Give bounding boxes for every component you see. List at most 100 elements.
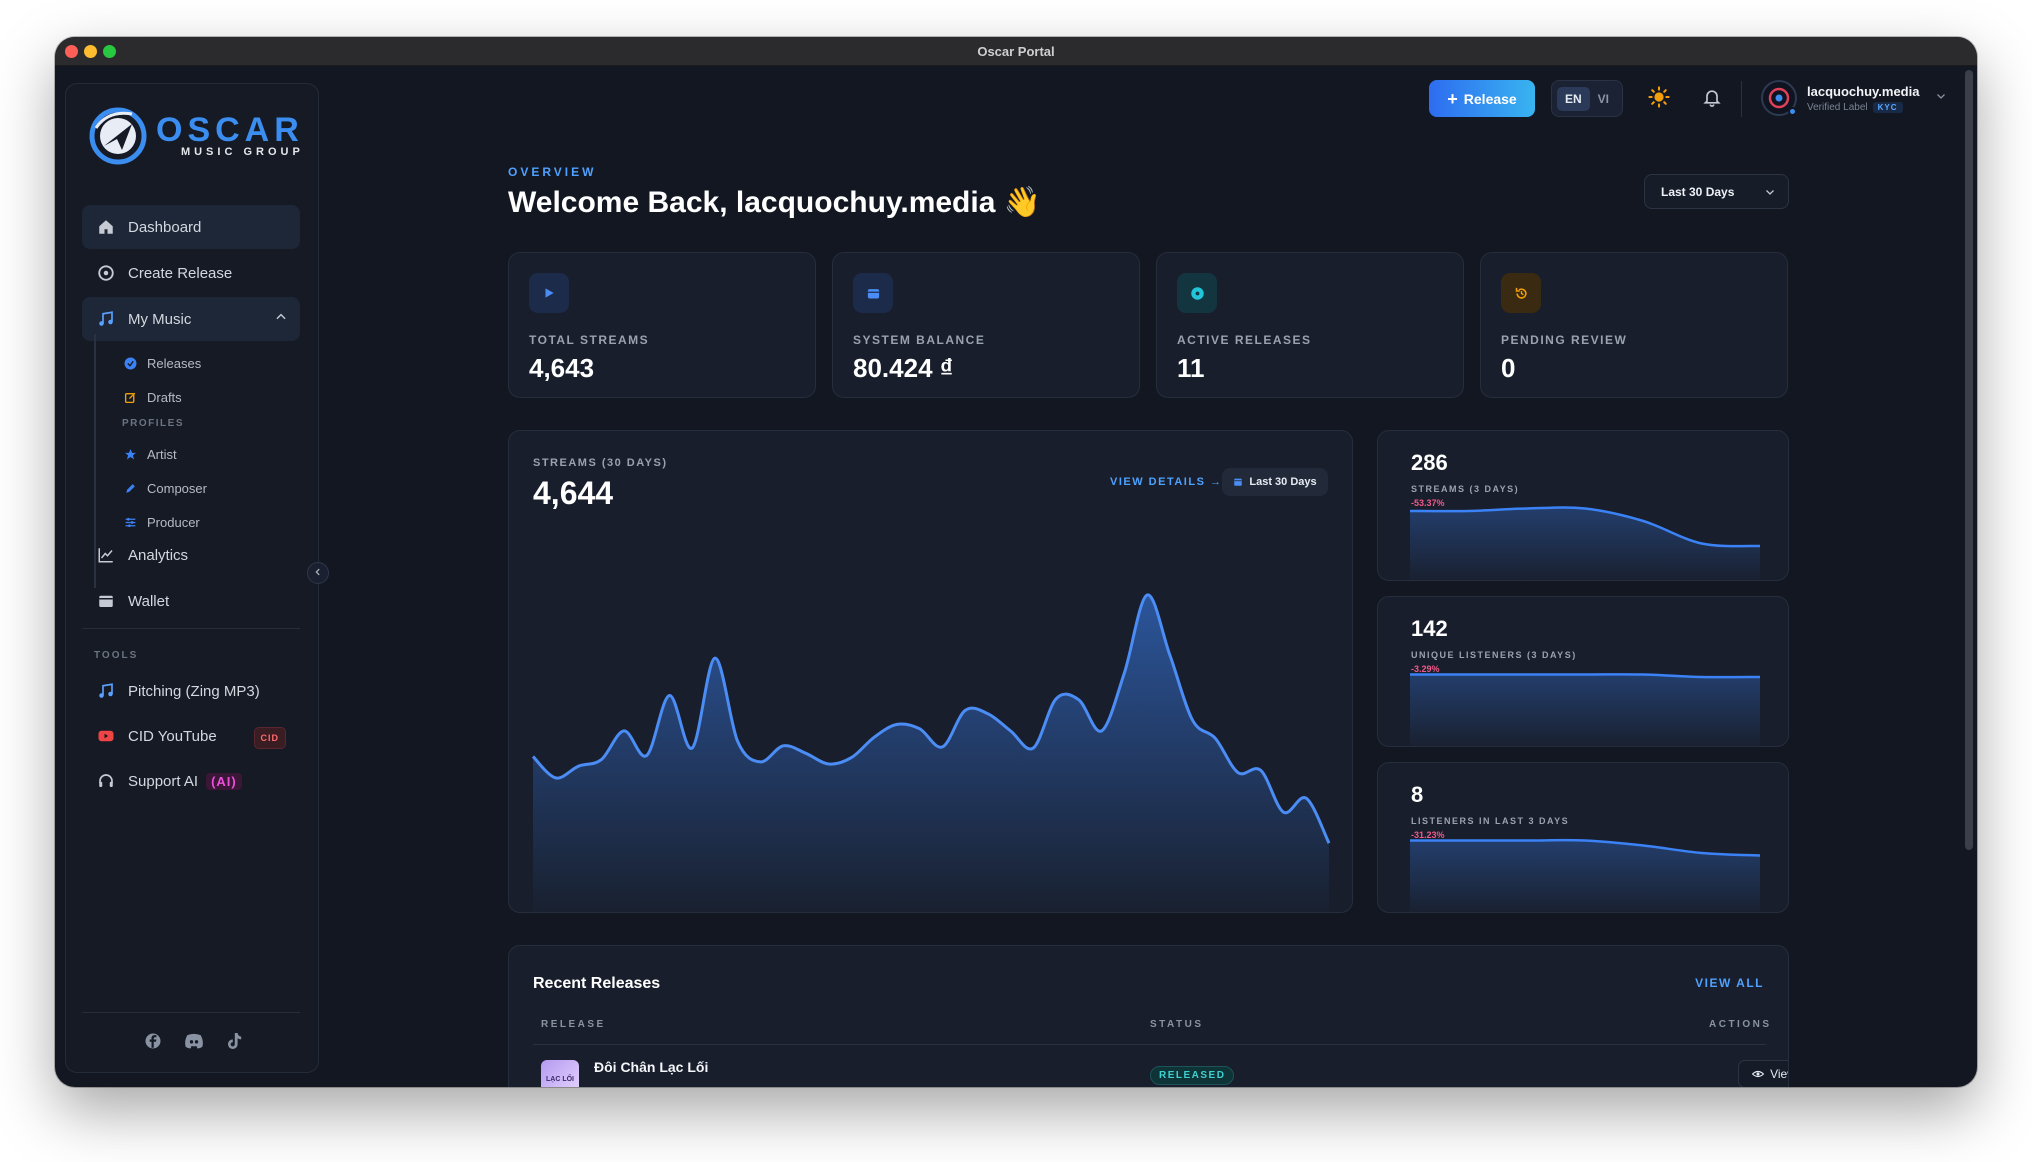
wallet-icon	[853, 273, 893, 313]
discord-icon[interactable]	[184, 1032, 204, 1055]
avatar	[1761, 80, 1797, 116]
sidebar-item-label: Support AI	[128, 772, 199, 790]
social-links	[66, 1032, 320, 1055]
sidebar-item-cid-youtube[interactable]: CID YouTube CID	[82, 714, 300, 758]
collapse-sidebar-button[interactable]	[307, 562, 329, 584]
stat-label: PENDING REVIEW	[1501, 333, 1628, 347]
logo[interactable]: OSCAR MUSIC GROUP	[86, 104, 304, 168]
stat-value: 4,643	[529, 353, 595, 383]
logo-icon	[89, 107, 147, 165]
chart-line-icon	[96, 545, 116, 565]
view-details-link[interactable]: VIEW DETAILS →	[1110, 476, 1222, 488]
sidebar-item-my-music[interactable]: My Music	[82, 297, 300, 341]
sidebar-divider	[82, 628, 300, 629]
mini-value: 286	[1411, 450, 1448, 475]
sidebar-item-label: Wallet	[128, 592, 170, 610]
stat-label: SYSTEM BALANCE	[853, 333, 986, 347]
status-badge: RELEASED	[1150, 1066, 1235, 1085]
user-role: Verified Label	[1807, 101, 1868, 113]
stat-card-active-releases: ACTIVE RELEASES 11	[1156, 252, 1464, 398]
view-release-label: View	[1770, 1067, 1788, 1081]
chart-range-pill[interactable]: Last 30 Days	[1222, 468, 1328, 496]
sidebar-subitem-label: Composer	[147, 480, 207, 496]
maximize-window-button[interactable]	[103, 45, 116, 58]
pen-icon	[122, 480, 138, 496]
stat-card-pending-review: PENDING REVIEW 0	[1480, 252, 1788, 398]
sidebar-subitem-artist[interactable]: Artist	[122, 439, 177, 469]
view-release-button[interactable]: View	[1738, 1060, 1788, 1087]
sidebar-item-label: Analytics	[128, 546, 189, 564]
sidebar-item-wallet[interactable]: Wallet	[82, 579, 300, 623]
cid-badge: CID	[253, 727, 286, 749]
sidebar-item-label: Dashboard	[128, 218, 202, 236]
play-icon	[529, 273, 569, 313]
close-window-button[interactable]	[65, 45, 78, 58]
logo-main-text: OSCAR	[156, 111, 304, 149]
table-header-divider	[533, 1044, 1766, 1045]
date-range-select[interactable]: Last 30 Days	[1644, 174, 1789, 209]
mini-value: 142	[1411, 616, 1448, 641]
view-all-link[interactable]: VIEW ALL	[1695, 976, 1764, 990]
lang-vi-button[interactable]: VI	[1590, 87, 1617, 111]
sidebar: OSCAR MUSIC GROUP Dashboard Create Relea…	[65, 83, 319, 1073]
disc-icon	[1177, 273, 1217, 313]
sidebar-subitem-drafts[interactable]: Drafts	[122, 382, 182, 412]
bell-icon	[1702, 87, 1722, 112]
streams-area-chart	[531, 593, 1331, 912]
page-title: Welcome Back, lacquochuy.media 👋	[508, 186, 1042, 219]
user-menu[interactable]: lacquochuy.media Verified Label KYC	[1761, 80, 1947, 116]
mini-change: -3.29%	[1411, 664, 1440, 674]
sidebar-subitem-label: Drafts	[147, 389, 182, 405]
chart-total: 4,644	[533, 475, 614, 511]
edit-icon	[122, 389, 138, 405]
tools-section-label: TOOLS	[94, 650, 139, 661]
minimize-window-button[interactable]	[84, 45, 97, 58]
stat-label: ACTIVE RELEASES	[1177, 333, 1312, 347]
sidebar-item-analytics[interactable]: Analytics	[82, 533, 300, 577]
sidebar-item-label: CID YouTube	[128, 727, 217, 745]
sidebar-item-label: Pitching (Zing MP3)	[128, 682, 260, 700]
facebook-icon[interactable]	[144, 1032, 162, 1055]
mini-card-listeners-3-days: 8 LISTENERS IN LAST 3 DAYS -31.23%	[1377, 762, 1789, 913]
kyc-badge: KYC	[1872, 101, 1903, 113]
sparkline-fill	[1410, 674, 1760, 746]
chevron-up-icon[interactable]	[274, 310, 288, 328]
sidebar-subitem-composer[interactable]: Composer	[122, 473, 207, 503]
sidebar-item-dashboard[interactable]: Dashboard	[82, 205, 300, 249]
stat-value: 0	[1501, 353, 1516, 383]
mini-change: -53.37%	[1411, 498, 1445, 508]
stat-value: 11	[1177, 353, 1205, 383]
mini-change: -31.23%	[1411, 830, 1445, 840]
column-header-status: STATUS	[1150, 1019, 1204, 1030]
sidebar-item-create-release[interactable]: Create Release	[82, 251, 300, 295]
wallet-icon	[96, 591, 116, 611]
chevron-left-icon	[313, 564, 323, 582]
tiktok-icon[interactable]	[226, 1032, 242, 1055]
chart-label: STREAMS (30 DAYS)	[533, 457, 668, 469]
app-window: Oscar Portal OSCAR MUSIC GROUP Dashboard…	[55, 37, 1977, 1087]
plus-icon: +	[1447, 88, 1458, 109]
release-name[interactable]: Đôi Chân Lạc Lối	[594, 1059, 708, 1075]
window-scrollbar[interactable]	[1965, 70, 1973, 850]
chevron-down-icon	[1935, 89, 1947, 107]
streams-area-fill	[533, 594, 1329, 912]
sidebar-subitem-label: Releases	[147, 355, 202, 371]
new-release-label: Release	[1463, 90, 1517, 107]
eye-icon	[1752, 1068, 1765, 1080]
theme-toggle-button[interactable]	[1645, 85, 1673, 113]
headset-icon	[96, 771, 116, 791]
online-status-dot	[1788, 107, 1797, 116]
sidebar-subitem-releases[interactable]: Releases	[122, 348, 201, 378]
mini-label: LISTENERS IN LAST 3 DAYS	[1411, 816, 1570, 826]
chart-range-label: Last 30 Days	[1249, 476, 1317, 488]
sidebar-item-pitching[interactable]: Pitching (Zing MP3)	[82, 669, 300, 713]
lang-en-button[interactable]: EN	[1556, 86, 1590, 111]
sidebar-subitem-label: Producer	[147, 514, 200, 530]
sun-icon	[1648, 85, 1670, 113]
window-title: Oscar Portal	[977, 43, 1055, 59]
user-name: lacquochuy.media	[1807, 83, 1920, 99]
new-release-button[interactable]: + Release	[1429, 80, 1535, 117]
sidebar-item-support-ai[interactable]: Support AI (AI)	[82, 759, 300, 803]
ai-badge: (AI)	[206, 772, 242, 790]
notifications-button[interactable]	[1698, 85, 1726, 113]
